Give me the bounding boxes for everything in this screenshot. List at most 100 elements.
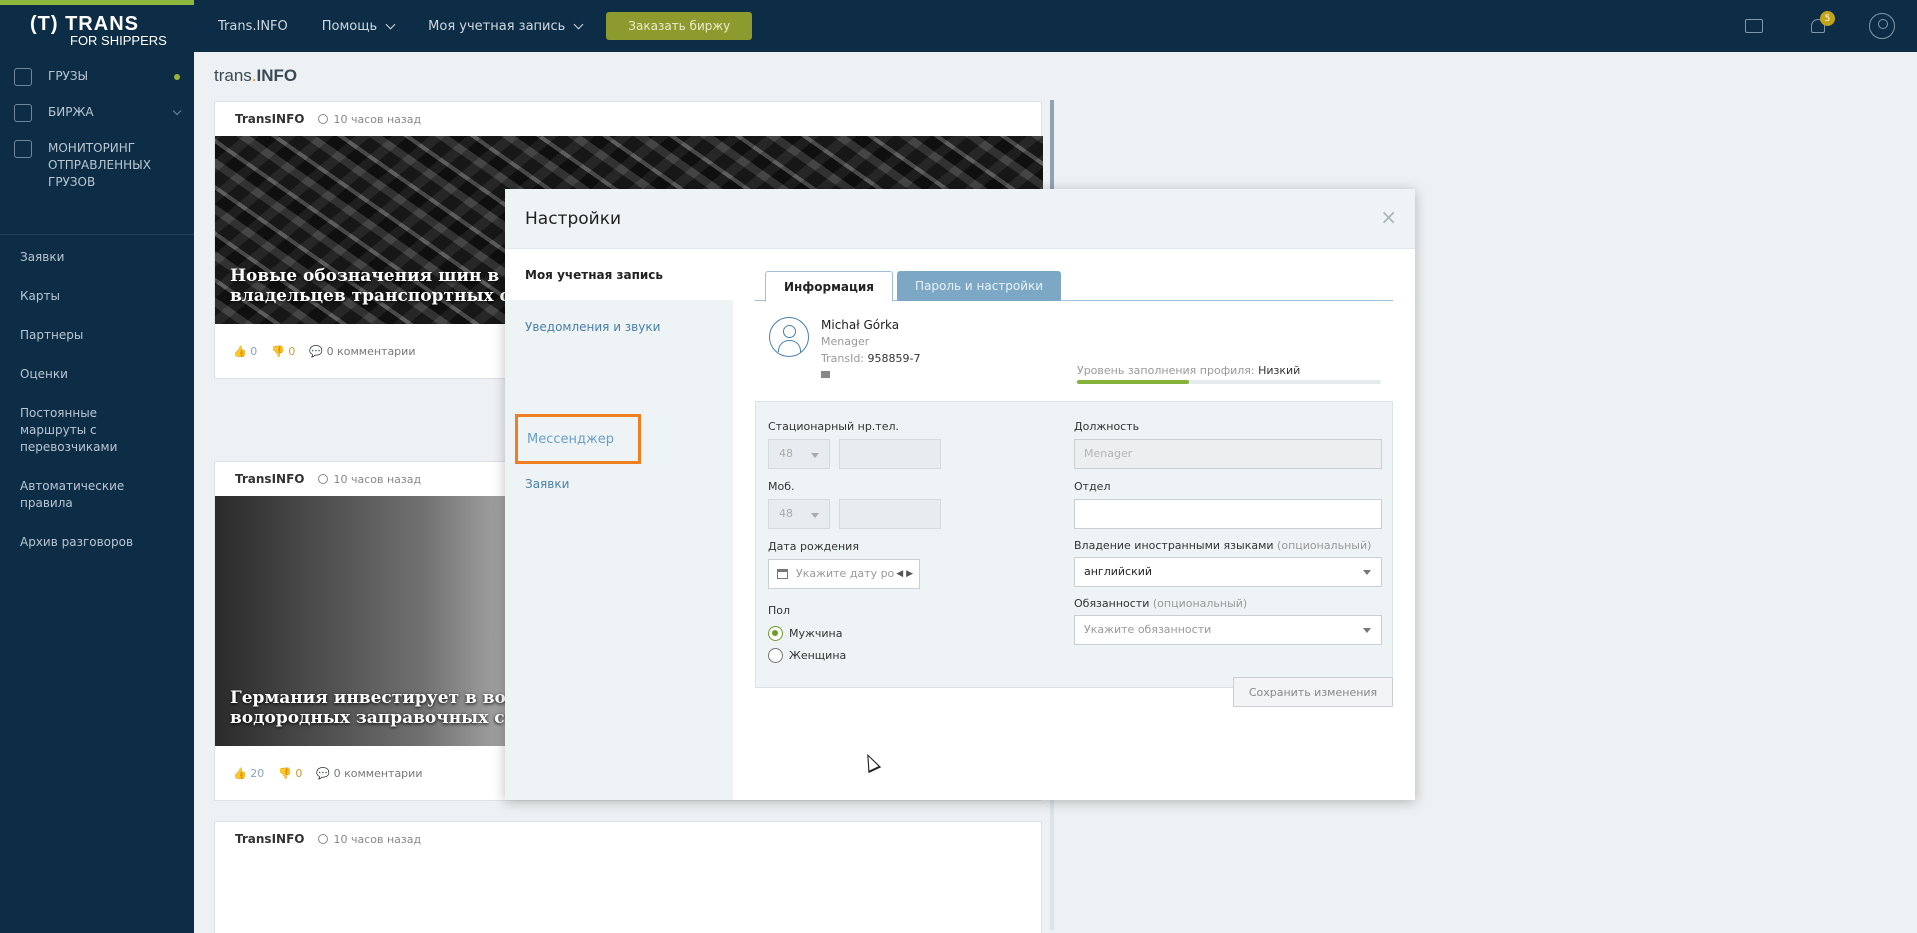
side-item-messenger[interactable]: Мессенджер xyxy=(515,414,641,464)
profile-name: Michał Górka xyxy=(821,318,900,332)
nav-transinfo-label: Trans.INFO xyxy=(218,18,288,34)
card-source: TransINFO xyxy=(235,112,305,126)
card-time: 10 часов назад xyxy=(318,113,421,126)
like-button[interactable]: 👍 20 xyxy=(233,767,264,780)
close-icon[interactable]: × xyxy=(1380,207,1397,227)
optional-note: (опциональный) xyxy=(1277,539,1372,552)
landline-code-select[interactable]: 48 xyxy=(768,439,830,469)
notifications-button[interactable]: 5 xyxy=(1805,11,1835,39)
date-arrows-icon[interactable]: ◀ ▶ xyxy=(896,560,913,588)
logo-line1: (T) TRANS xyxy=(30,13,139,35)
card-header: TransINFO 10 часов назад xyxy=(215,822,1041,856)
card-time-text: 10 часов назад xyxy=(333,472,422,486)
duties-select[interactable]: Укажите обязанности xyxy=(1074,615,1382,645)
nav-transinfo[interactable]: Trans.INFO xyxy=(218,19,288,34)
languages-select[interactable]: английский xyxy=(1074,557,1382,587)
monitoring-icon xyxy=(14,140,32,158)
comments-link[interactable]: 💬 0 комментарии xyxy=(316,767,422,780)
gender-male-label: Мужчина xyxy=(789,627,843,640)
sidebar-item-requests[interactable]: Заявки xyxy=(0,249,194,266)
department-input[interactable] xyxy=(1074,499,1382,529)
messages-button[interactable] xyxy=(1741,13,1767,39)
position-input[interactable]: Menager xyxy=(1074,439,1382,469)
gender-male-radio[interactable]: Мужчина xyxy=(768,626,843,641)
birthdate-input[interactable]: Укажите дату ро ◀ ▶ xyxy=(768,559,920,589)
exchange-icon xyxy=(14,104,32,122)
radio-unchecked-icon xyxy=(768,648,783,663)
modal-header: Настройки × xyxy=(505,189,1415,249)
birthdate-placeholder: Укажите дату ро xyxy=(796,567,895,580)
comments-link[interactable]: 💬 0 комментарии xyxy=(309,345,415,358)
top-accent-bar xyxy=(0,0,194,5)
like-button[interactable]: 👍 0 xyxy=(233,345,257,358)
side-item-notifications[interactable]: Уведомления и звуки xyxy=(505,320,733,334)
sidebar-item-label: ГРУЗЫ xyxy=(48,69,89,83)
clock-icon xyxy=(318,114,329,124)
app-logo[interactable]: (T) TRANS FOR SHIPPERS xyxy=(30,14,167,48)
top-nav: Trans.INFO Помощь Моя учетная запись Зак… xyxy=(218,0,753,52)
sidebar-item-ratings[interactable]: Оценки xyxy=(0,366,194,383)
sidebar-item-routes[interactable]: Постоянные маршруты с перевозчиками xyxy=(0,405,170,456)
card-time-text: 10 часов назад xyxy=(333,112,422,126)
mobile-label: Моб. xyxy=(768,480,795,493)
like-count: 0 xyxy=(250,344,258,358)
birthdate-label: Дата рождения xyxy=(768,540,859,553)
department-label: Отдел xyxy=(1074,480,1111,493)
fill-value: Низкий xyxy=(1258,364,1301,377)
modal-title: Настройки xyxy=(525,208,622,229)
avatar-icon xyxy=(769,317,809,357)
status-dot xyxy=(174,74,180,80)
card-source: TransINFO xyxy=(235,472,305,486)
card-source: TransINFO xyxy=(235,832,305,846)
sidebar-item-partners[interactable]: Партнеры xyxy=(0,327,194,344)
order-exchange-button[interactable]: Заказать биржу xyxy=(606,12,753,40)
mobile-code-select[interactable]: 48 xyxy=(768,499,830,529)
gender-label: Пол xyxy=(768,604,791,617)
mail-icon[interactable] xyxy=(821,371,830,378)
transid-label: TransId: xyxy=(821,352,865,365)
landline-number-input[interactable] xyxy=(839,439,941,469)
cargo-icon xyxy=(14,68,32,86)
card-time: 10 часов назад xyxy=(318,833,421,846)
profile-role: Menager xyxy=(821,335,870,348)
sidebar: ГРУЗЫ БИРЖА МОНИТОРИНГ ОТПРАВЛЕННЫХ ГРУЗ… xyxy=(0,52,194,933)
logo-line2: FOR SHIPPERS xyxy=(70,33,167,48)
sidebar-item-exchange[interactable]: БИРЖА xyxy=(0,104,194,122)
sidebar-item-cargo[interactable]: ГРУЗЫ xyxy=(0,68,194,86)
sidebar-item-label: МОНИТОРИНГ ОТПРАВЛЕННЫХ ГРУЗОВ xyxy=(48,141,151,189)
clock-icon xyxy=(318,834,329,844)
sidebar-item-rules[interactable]: Автоматические правила xyxy=(0,478,194,512)
side-item-requests[interactable]: Заявки xyxy=(525,477,569,491)
dislike-button[interactable]: 👎 0 xyxy=(278,767,302,780)
chevron-down-icon xyxy=(385,19,396,29)
transinfo-logo: trans.INFO xyxy=(214,66,297,86)
info-form: Стационарный нр.тел. 48 Моб. 48 Дата рож… xyxy=(755,401,1393,688)
sidebar-item-maps[interactable]: Карты xyxy=(0,288,194,305)
tab-information[interactable]: Информация xyxy=(765,271,893,302)
like-count: 20 xyxy=(250,766,265,780)
sidebar-main-section: ГРУЗЫ БИРЖА МОНИТОРИНГ ОТПРАВЛЕННЫХ ГРУЗ… xyxy=(0,52,194,235)
settings-modal: Настройки × Моя учетная запись Уведомлен… xyxy=(505,189,1415,800)
logo-text: trans xyxy=(214,66,252,85)
tab-password-settings[interactable]: Пароль и настройки xyxy=(897,271,1062,301)
save-changes-button[interactable]: Сохранить изменения xyxy=(1233,677,1393,707)
profile-button[interactable] xyxy=(1869,13,1895,39)
dislike-button[interactable]: 👎 0 xyxy=(271,345,295,358)
top-icons: 5 xyxy=(1741,0,1917,52)
settings-tabs: Информация Пароль и настройки xyxy=(755,271,1393,302)
languages-label-text: Владение иностранными языками xyxy=(1074,539,1274,552)
mobile-number-input[interactable] xyxy=(839,499,941,529)
sidebar-item-label: БИРЖА xyxy=(48,105,94,119)
nav-account[interactable]: Моя учетная запись xyxy=(428,19,584,34)
profile-transid: TransId: 958859-7 xyxy=(821,352,920,365)
logo-bold: INFO xyxy=(256,66,298,85)
nav-help[interactable]: Помощь xyxy=(322,19,396,34)
comments-text: 0 комментарии xyxy=(326,344,416,358)
gender-female-radio[interactable]: Женщина xyxy=(768,648,846,663)
transid-value: 958859-7 xyxy=(867,352,921,365)
sidebar-item-archive[interactable]: Архив разговоров xyxy=(0,534,194,551)
news-card[interactable]: TransINFO 10 часов назад xyxy=(214,821,1042,933)
sidebar-item-monitoring[interactable]: МОНИТОРИНГ ОТПРАВЛЕННЫХ ГРУЗОВ xyxy=(0,140,194,191)
card-time: 10 часов назад xyxy=(318,473,421,486)
side-item-account[interactable]: Моя учетная запись xyxy=(505,250,733,300)
